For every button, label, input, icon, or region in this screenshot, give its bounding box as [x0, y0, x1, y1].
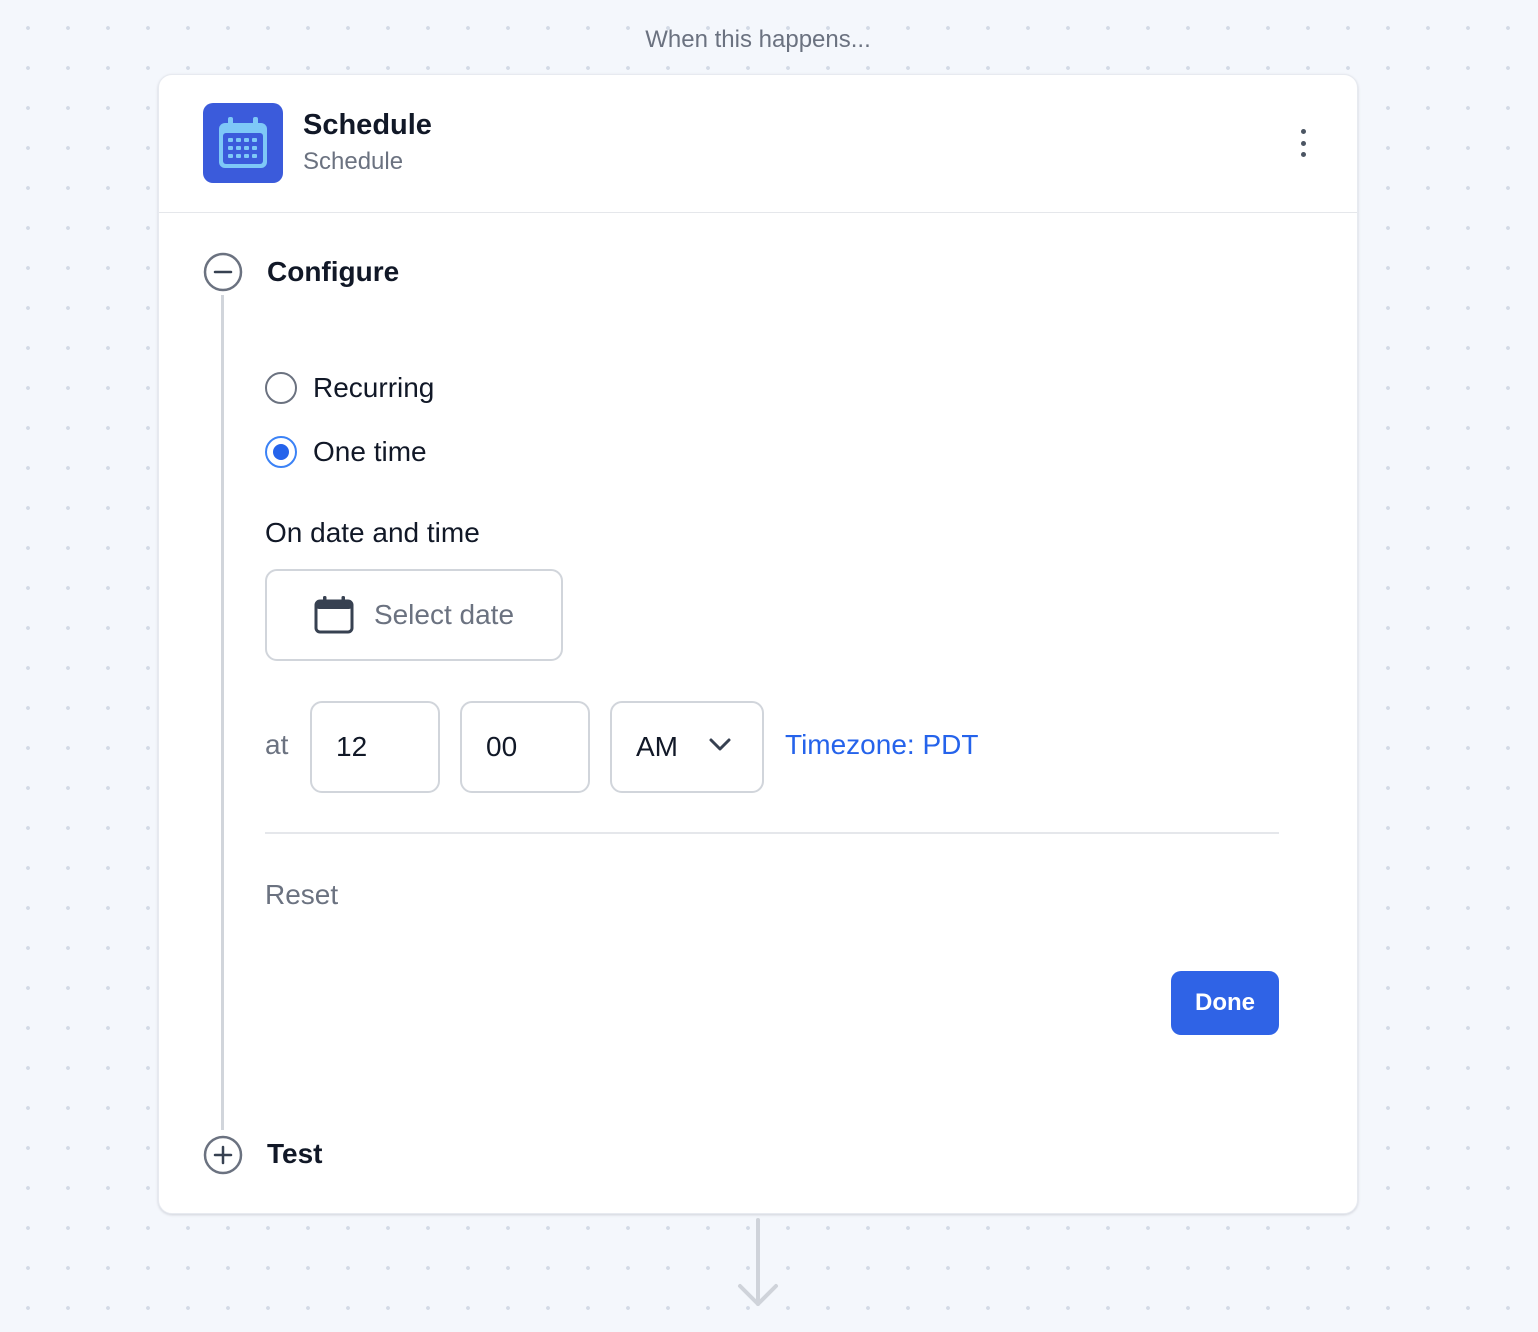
- reset-button[interactable]: Reset: [265, 879, 338, 911]
- expand-test-icon[interactable]: [203, 1135, 243, 1175]
- calendar-icon: [203, 103, 283, 183]
- minute-input[interactable]: 00: [460, 701, 590, 793]
- calendar-outline-icon: [314, 596, 354, 634]
- ampm-select[interactable]: AM: [610, 701, 764, 793]
- card-header: Schedule Schedule: [159, 75, 1357, 213]
- configure-section-title[interactable]: Configure: [267, 256, 399, 288]
- one-time-label: One time: [313, 436, 427, 467]
- timeline-line: [221, 295, 224, 1130]
- recurring-radio[interactable]: [265, 372, 297, 404]
- trigger-label: When this happens...: [645, 26, 871, 53]
- schedule-step-card: Schedule Schedule Configure Recurring On…: [158, 74, 1358, 1214]
- one-time-radio[interactable]: [265, 436, 297, 468]
- date-time-label: On date and time: [265, 517, 480, 548]
- at-label: at: [265, 729, 289, 760]
- select-date-label: Select date: [373, 599, 515, 630]
- step-title: Schedule: [303, 109, 432, 141]
- step-subtitle: Schedule: [303, 148, 404, 175]
- ampm-value: AM: [636, 731, 678, 762]
- divider: [265, 832, 1279, 834]
- more-options-icon[interactable]: [1293, 125, 1313, 161]
- test-section-title[interactable]: Test: [267, 1138, 323, 1170]
- collapse-configure-icon[interactable]: [203, 252, 243, 292]
- chevron-down-icon: [709, 738, 731, 751]
- recurring-radio-option[interactable]: Recurring: [265, 372, 434, 404]
- done-button[interactable]: Done: [1171, 971, 1279, 1035]
- select-date-button[interactable]: Select date: [265, 569, 563, 661]
- timezone-link[interactable]: Timezone: PDT: [785, 729, 978, 761]
- one-time-radio-option[interactable]: One time: [265, 436, 427, 468]
- recurring-label: Recurring: [313, 372, 435, 403]
- hour-input[interactable]: 12: [310, 701, 440, 793]
- arrow-down-icon: [738, 1218, 778, 1306]
